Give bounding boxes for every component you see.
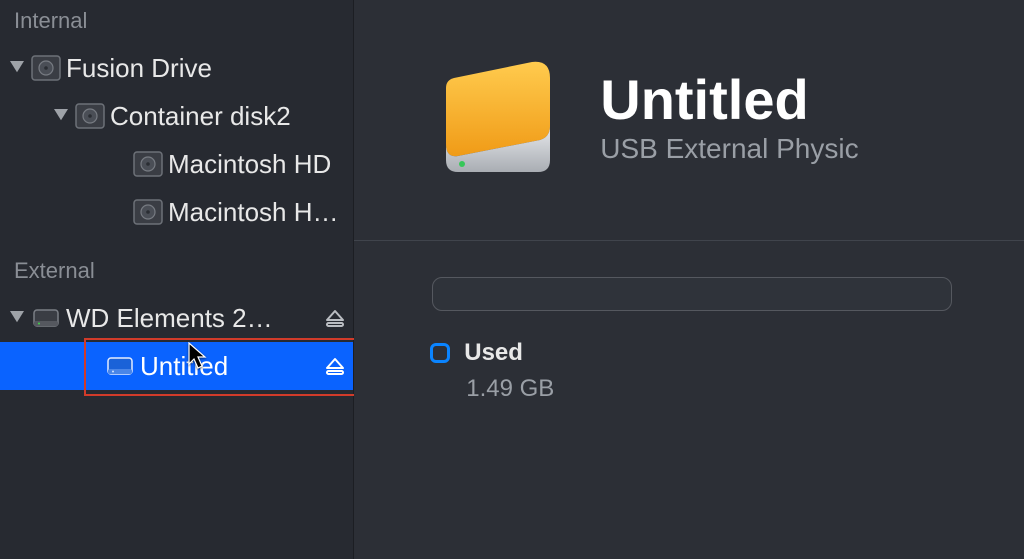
external-disk-icon: [100, 350, 140, 382]
eject-icon[interactable]: [317, 356, 353, 376]
used-swatch-icon: [430, 343, 450, 363]
volume-subtitle: USB External Physic: [600, 133, 858, 165]
sidebar-item-macintosh-hd[interactable]: Macintosh HD: [0, 140, 353, 188]
internal-disk-icon: [128, 148, 168, 180]
sidebar-item-wd-elements[interactable]: WD Elements 2…: [0, 294, 353, 342]
internal-disk-icon: [70, 100, 110, 132]
divider: [354, 240, 1024, 241]
sidebar-item-label: Container disk2: [110, 101, 353, 132]
volume-header: Untitled USB External Physic: [432, 52, 1024, 184]
sidebar-item-fusion-drive[interactable]: Fusion Drive: [0, 44, 353, 92]
sidebar-item-macintosh-hd-data[interactable]: Macintosh H…: [0, 188, 353, 236]
section-header-external: External: [0, 254, 353, 294]
sidebar: Internal Fusion Drive: [0, 0, 354, 559]
sidebar-item-label: Macintosh HD: [168, 149, 353, 180]
eject-icon[interactable]: [317, 308, 353, 328]
main-panel: Untitled USB External Physic Used 1.49 G…: [354, 0, 1024, 559]
usage-used-value: 1.49 GB: [466, 375, 1024, 403]
sidebar-item-label: Fusion Drive: [66, 53, 353, 84]
section-header-internal: Internal: [0, 4, 353, 44]
usage-bar: [432, 277, 952, 311]
external-disk-icon: [26, 302, 66, 334]
sidebar-item-label: Untitled: [140, 351, 317, 382]
internal-disk-icon: [128, 196, 168, 228]
external-drive-large-icon: [432, 52, 564, 184]
disclosure-triangle-icon[interactable]: [52, 109, 70, 123]
sidebar-item-container-disk2[interactable]: Container disk2: [0, 92, 353, 140]
sidebar-item-label: Macintosh H…: [168, 197, 353, 228]
volume-title: Untitled: [600, 71, 858, 130]
disclosure-triangle-icon[interactable]: [8, 61, 26, 75]
sidebar-item-untitled[interactable]: Untitled: [0, 342, 353, 390]
disclosure-triangle-icon[interactable]: [8, 311, 26, 325]
sidebar-item-label: WD Elements 2…: [66, 303, 317, 334]
usage-used-label: Used: [464, 339, 523, 367]
internal-disk-icon: [26, 52, 66, 84]
usage-used-row: Used: [430, 339, 1024, 367]
